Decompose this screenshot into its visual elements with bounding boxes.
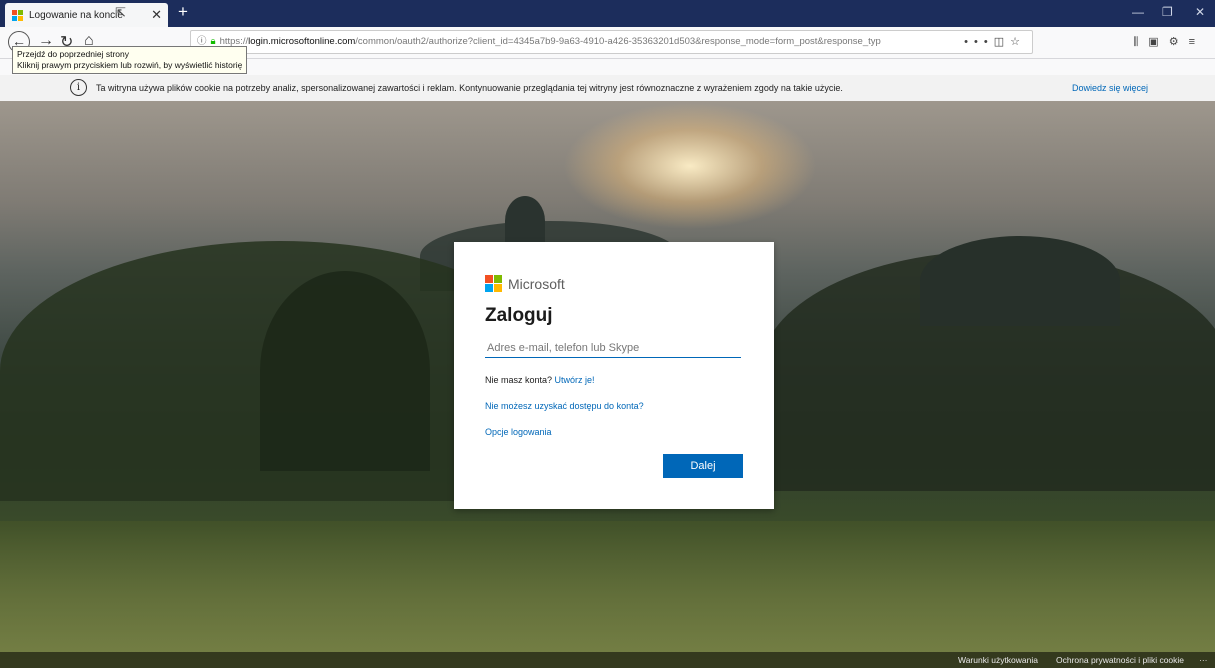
page-actions-menu-icon[interactable]: ••• [964, 36, 994, 48]
page-footer: Warunki użytkowania Ochrona prywatności … [0, 652, 1215, 668]
tab-close-icon[interactable]: ✕ [151, 7, 162, 23]
library-icon[interactable]: ⫼ [1133, 36, 1148, 48]
page-title: Zaloguj [485, 305, 553, 326]
privacy-link[interactable]: Ochrona prywatności i pliki cookie [1056, 655, 1184, 665]
create-account-link[interactable]: Utwórz je! [555, 375, 595, 385]
cookie-text: Ta witryna używa plików cookie na potrze… [96, 83, 843, 93]
sidebar-icon[interactable]: ▣ [1148, 36, 1168, 48]
learn-more-link[interactable]: Dowiedz się więcej [1072, 75, 1148, 101]
microsoft-logo-icon [485, 275, 502, 292]
window-close-icon[interactable]: ✕ [1195, 5, 1205, 19]
url-path: /common/oauth2/authorize?client_id=4345a… [355, 36, 881, 47]
more-options-icon[interactable]: ··· [1199, 655, 1208, 665]
tooltip-line-1: Przejdź do poprzedniej strony [17, 49, 129, 59]
mouse-cursor-icon: ⇱ [115, 5, 126, 20]
cant-access-account-link[interactable]: Nie możesz uzyskać dostępu do konta? [485, 401, 644, 411]
microsoft-brand: Microsoft [485, 275, 565, 292]
pocket-icon[interactable]: ◫ [994, 36, 1010, 48]
signin-options-link[interactable]: Opcje logowania [485, 427, 552, 437]
terms-link[interactable]: Warunki użytkowania [958, 655, 1038, 665]
minimize-icon[interactable]: — [1132, 5, 1144, 19]
maximize-icon[interactable]: ❐ [1162, 5, 1173, 19]
no-account-line: Nie masz konta? Utwórz je! [485, 375, 595, 385]
cookie-banner: i Ta witryna używa plików cookie na potr… [0, 75, 1215, 101]
new-tab-icon[interactable]: + [178, 2, 188, 22]
browser-toolbar-icons: ⫼▣⚙≡ [1133, 35, 1205, 49]
tooltip-line-2: Kliknij prawym przyciskiem lub rozwiń, b… [17, 60, 243, 70]
info-icon: i [70, 79, 87, 96]
next-button[interactable]: Dalej [663, 454, 743, 478]
login-card: Microsoft Zaloguj Nie masz konta? Utwórz… [454, 242, 774, 509]
back-button-tooltip: Przejdź do poprzedniej strony Kliknij pr… [12, 46, 248, 74]
page-actions: •••◫☆ [958, 31, 1026, 53]
brand-name: Microsoft [508, 275, 565, 292]
email-input[interactable] [485, 338, 741, 358]
bookmark-star-icon[interactable]: ☆ [1010, 36, 1026, 48]
tab-title: Logowanie na koncie [29, 9, 123, 21]
extension-icon[interactable]: ⚙ [1169, 36, 1189, 48]
browser-titlebar: Logowanie na koncie ⇱ ✕ + — ❐ ✕ [0, 0, 1215, 27]
address-bar[interactable]: ⓘ 🔒︎ https://login.microsoftonline.com/com… [190, 30, 1033, 54]
no-account-text: Nie masz konta? [485, 375, 553, 385]
hamburger-menu-icon[interactable]: ≡ [1189, 36, 1205, 48]
url-host: login.microsoftonline.com [248, 36, 356, 47]
browser-tab[interactable]: Logowanie na koncie ⇱ ✕ [5, 3, 168, 27]
microsoft-favicon-icon [12, 9, 23, 21]
